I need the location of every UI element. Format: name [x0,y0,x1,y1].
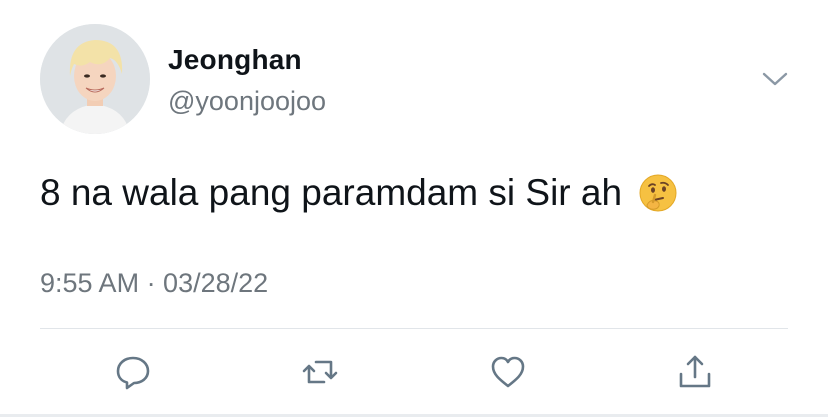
like-icon [491,356,525,388]
reply-button[interactable] [111,350,155,394]
tweet-timestamp[interactable]: 9:55 AM · 03/28/22 [40,268,268,299]
tweet-text: 8 na wala pang paramdam si Sir ah [40,172,623,213]
avatar-image [40,24,150,134]
reply-icon [116,356,150,390]
tweet-actions [0,350,828,394]
tweet-body: 8 na wala pang paramdam si Sir ah [40,172,678,214]
avatar[interactable] [40,24,150,134]
share-button[interactable] [673,350,717,394]
chevron-down-icon[interactable] [760,66,790,90]
user-handle[interactable]: @yoonjoojoo [168,86,326,117]
divider [40,328,788,329]
share-icon [679,355,711,388]
retweet-button[interactable] [298,350,342,394]
display-name[interactable]: Jeonghan [168,44,302,76]
retweet-icon [302,360,338,384]
thinking-face-icon [638,173,678,213]
like-button[interactable] [486,350,530,394]
